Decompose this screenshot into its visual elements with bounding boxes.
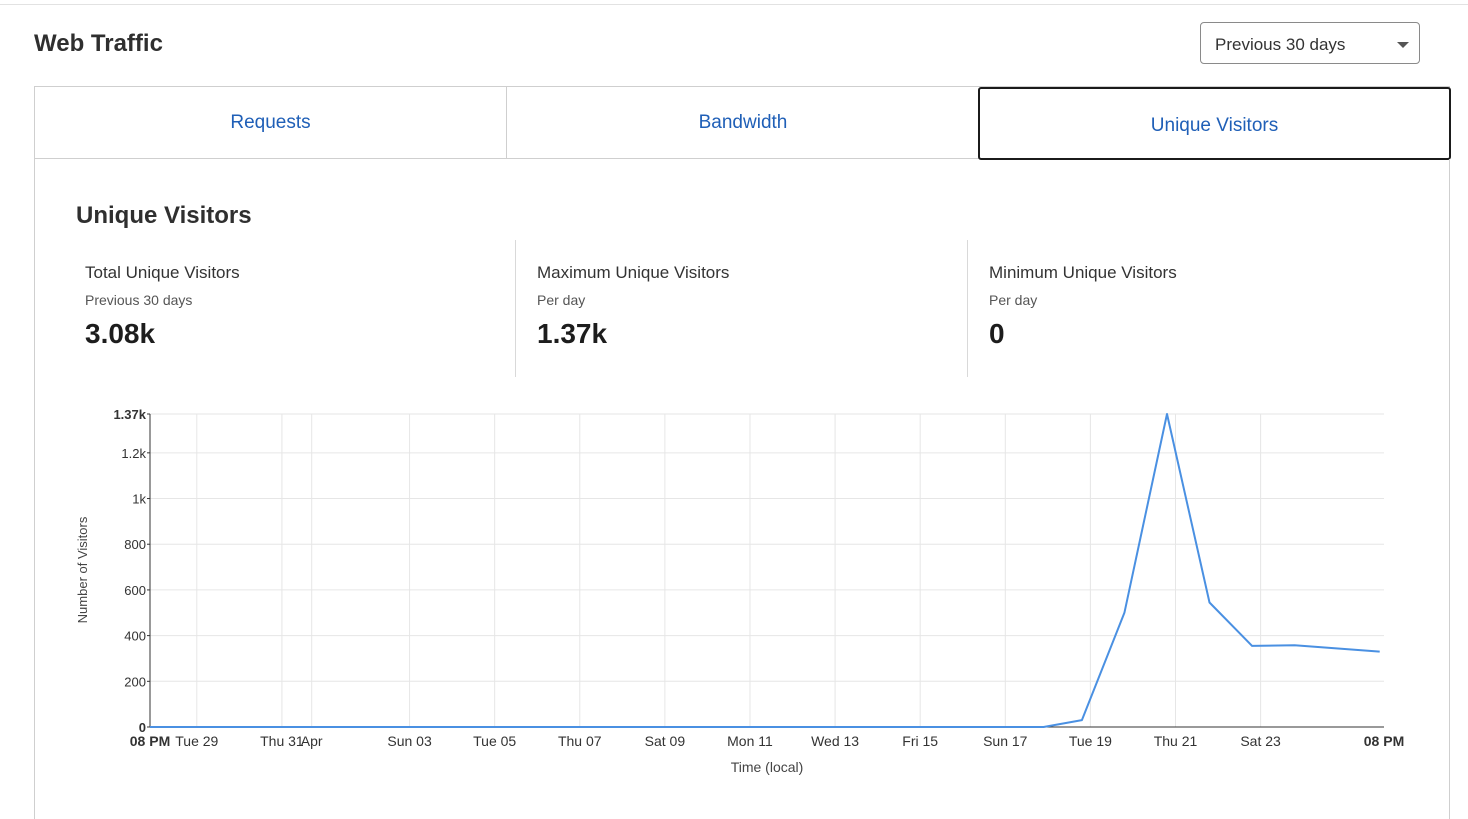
x-tick-label: Thu 07 <box>558 733 602 749</box>
y-tick-label: 1.37k <box>113 407 146 422</box>
y-tick-label: 600 <box>124 583 146 598</box>
x-tick-label: Sun 03 <box>387 733 432 749</box>
x-tick-label: Tue 29 <box>175 733 218 749</box>
x-tick-label: Fri 15 <box>902 733 938 749</box>
x-tick-label: 08 PM <box>1364 733 1404 749</box>
series-line <box>150 413 1380 728</box>
x-tick-label: Thu 21 <box>1154 733 1198 749</box>
x-tick-label: Mon 11 <box>727 733 773 749</box>
x-tick-label: Tue 19 <box>1069 733 1112 749</box>
y-tick-label: 1.2k <box>121 446 146 461</box>
x-tick-label: Tue 05 <box>473 733 516 749</box>
x-tick-label: Apr <box>301 733 323 749</box>
x-tick-label: 08 PM <box>130 733 170 749</box>
y-tick-label: 400 <box>124 629 146 644</box>
y-axis-label: Number of Visitors <box>75 516 90 623</box>
x-tick-label: Sun 17 <box>983 733 1028 749</box>
y-tick-label: 200 <box>124 674 146 689</box>
x-tick-label: Wed 13 <box>811 733 859 749</box>
y-tick-label: 1k <box>132 492 146 507</box>
x-axis-label: Time (local) <box>731 759 804 775</box>
x-tick-label: Sat 23 <box>1240 733 1281 749</box>
x-tick-label: Sat 09 <box>645 733 686 749</box>
unique-visitors-chart: 02004006008001k1.2k1.37k08 PM Tue 29 Thu 3… <box>75 407 1404 775</box>
y-tick-label: 800 <box>124 537 146 552</box>
x-tick-label: Thu 31 <box>260 733 304 749</box>
